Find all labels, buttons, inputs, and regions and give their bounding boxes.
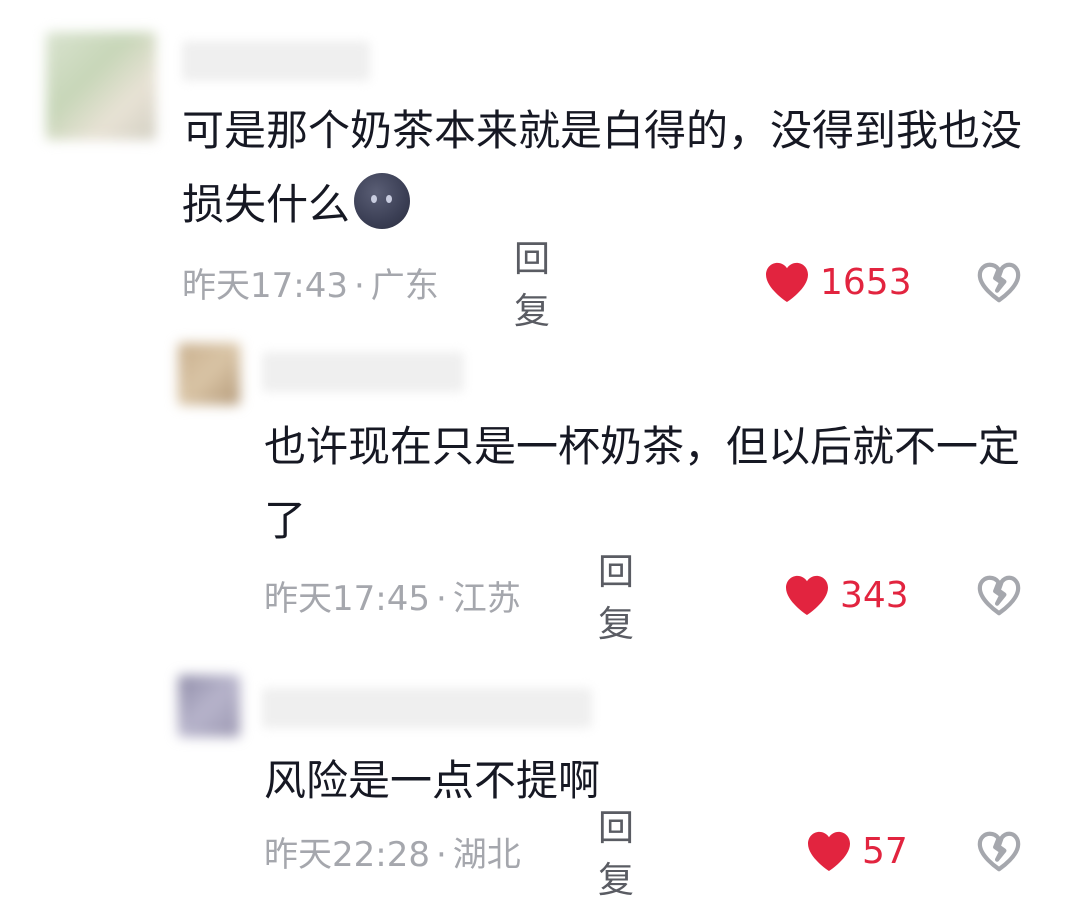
reply-button[interactable]: 回复 bbox=[598, 799, 634, 903]
comment-location: 江苏 bbox=[452, 578, 521, 619]
heart-icon bbox=[808, 831, 850, 872]
like-count: 343 bbox=[840, 574, 909, 616]
meta-separator: · bbox=[353, 265, 365, 306]
heart-icon bbox=[786, 575, 828, 616]
comment-text: 可是那个奶茶本来就是白得的，没得到我也没损失什么 bbox=[182, 106, 1023, 229]
username-blurred[interactable] bbox=[182, 41, 370, 81]
meta-separator: · bbox=[435, 834, 447, 875]
username-blurred[interactable] bbox=[262, 352, 464, 392]
avatar[interactable] bbox=[178, 675, 240, 737]
avatar[interactable] bbox=[178, 343, 240, 405]
like-button[interactable]: 343 bbox=[784, 574, 909, 616]
comment-location: 广东 bbox=[370, 265, 439, 306]
like-button[interactable]: 1653 bbox=[764, 261, 912, 303]
heart-icon bbox=[766, 262, 808, 303]
like-count: 1653 bbox=[820, 261, 912, 303]
broken-heart-icon[interactable] bbox=[976, 260, 1022, 304]
comment-text: 风险是一点不提啊 bbox=[264, 756, 601, 805]
comment-time: 昨天22:28 bbox=[264, 834, 430, 875]
meta-separator: · bbox=[435, 578, 447, 619]
new-moon-face-emoji-icon bbox=[354, 173, 411, 229]
username-blurred[interactable] bbox=[262, 688, 592, 728]
comment-time: 昨天17:45 bbox=[264, 578, 430, 619]
broken-heart-icon[interactable] bbox=[976, 573, 1022, 617]
avatar[interactable] bbox=[46, 32, 156, 140]
reply-button[interactable]: 回复 bbox=[514, 230, 550, 334]
like-button[interactable]: 57 bbox=[806, 830, 908, 872]
comment-text: 也许现在只是一杯奶茶，但以后就不一定了 bbox=[264, 422, 1021, 545]
broken-heart-icon[interactable] bbox=[976, 829, 1022, 873]
reply-button[interactable]: 回复 bbox=[598, 543, 634, 647]
like-count: 57 bbox=[862, 830, 908, 872]
comment-time: 昨天17:43 bbox=[182, 265, 348, 306]
comment-location: 湖北 bbox=[452, 834, 521, 875]
